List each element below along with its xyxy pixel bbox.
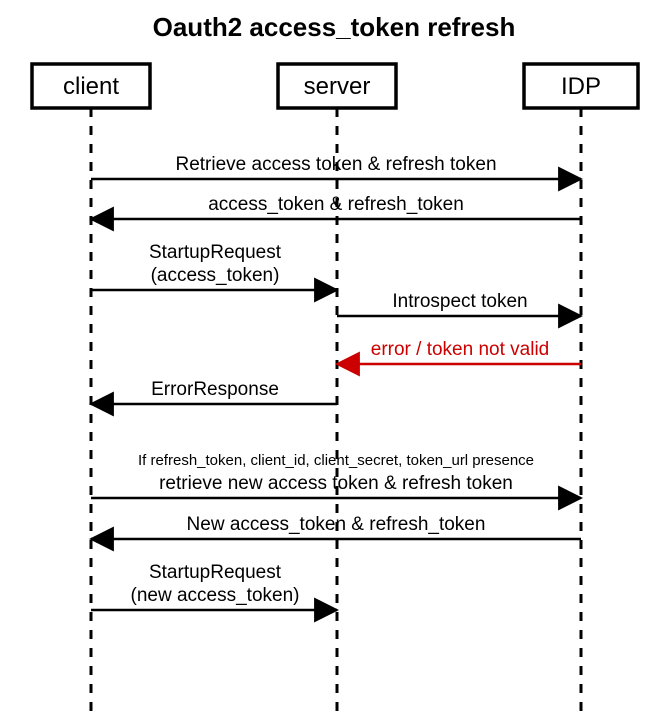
msg-error-response: ErrorResponse (151, 379, 279, 400)
svg-text:IDP: IDP (561, 73, 601, 100)
msg-retrieve-new-tokens: retrieve new access token & refresh toke… (159, 473, 513, 494)
msg-retrieve-tokens: Retrieve access token & refresh token (175, 154, 496, 175)
msg-startup-request-1b: (access_token) (151, 265, 280, 286)
msg-introspect: Introspect token (392, 291, 527, 312)
participant-client: client (32, 64, 150, 108)
msg-error-token-invalid: error / token not valid (371, 339, 549, 360)
participant-server: server (278, 64, 396, 108)
msg-refresh-condition-note: If refresh_token, client_id, client_secr… (138, 452, 534, 469)
participant-idp: IDP (524, 64, 638, 108)
diagram-title: Oauth2 access_token refresh (153, 12, 516, 42)
msg-startup-request-1a: StartupRequest (149, 242, 282, 263)
sequence-diagram: Oauth2 access_token refresh client serve… (0, 0, 668, 717)
msg-tokens-response: access_token & refresh_token (208, 194, 464, 215)
msg-new-tokens-response: New access_token & refresh_token (187, 514, 486, 535)
msg-startup-request-2a: StartupRequest (149, 562, 282, 583)
svg-text:client: client (63, 73, 119, 100)
svg-text:server: server (304, 73, 371, 100)
msg-startup-request-2b: (new access_token) (131, 585, 300, 606)
